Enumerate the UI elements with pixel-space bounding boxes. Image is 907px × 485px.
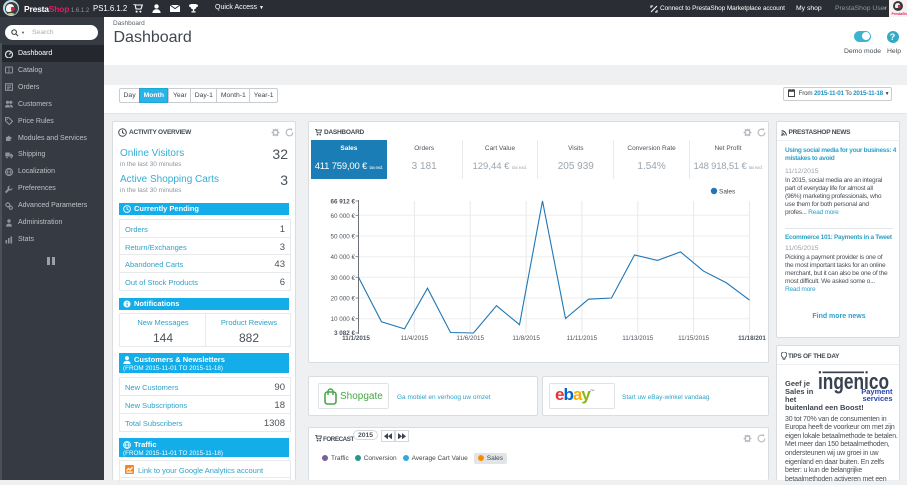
- svg-text:11/4/2015: 11/4/2015: [401, 335, 429, 342]
- svg-text:40 000 €: 40 000 €: [330, 254, 355, 261]
- svg-text:Sales: Sales: [719, 189, 736, 196]
- svg-text:11/18/201: 11/18/201: [738, 335, 766, 342]
- svg-text:11/6/2015: 11/6/2015: [456, 335, 484, 342]
- svg-text:11/1/2015: 11/1/2015: [342, 335, 370, 342]
- svg-text:50 000 €: 50 000 €: [330, 234, 355, 241]
- svg-text:20 000 €: 20 000 €: [330, 296, 355, 303]
- svg-text:30 000 €: 30 000 €: [330, 275, 355, 282]
- svg-text:11/13/2015: 11/13/2015: [622, 335, 654, 342]
- svg-text:66 912 €: 66 912 €: [330, 199, 355, 206]
- svg-text:11/8/2015: 11/8/2015: [512, 335, 540, 342]
- svg-text:60 000 €: 60 000 €: [330, 213, 355, 220]
- svg-text:11/11/2015: 11/11/2015: [567, 335, 598, 342]
- svg-text:11/15/2015: 11/15/2015: [678, 335, 710, 342]
- svg-text:10 000 €: 10 000 €: [330, 316, 355, 323]
